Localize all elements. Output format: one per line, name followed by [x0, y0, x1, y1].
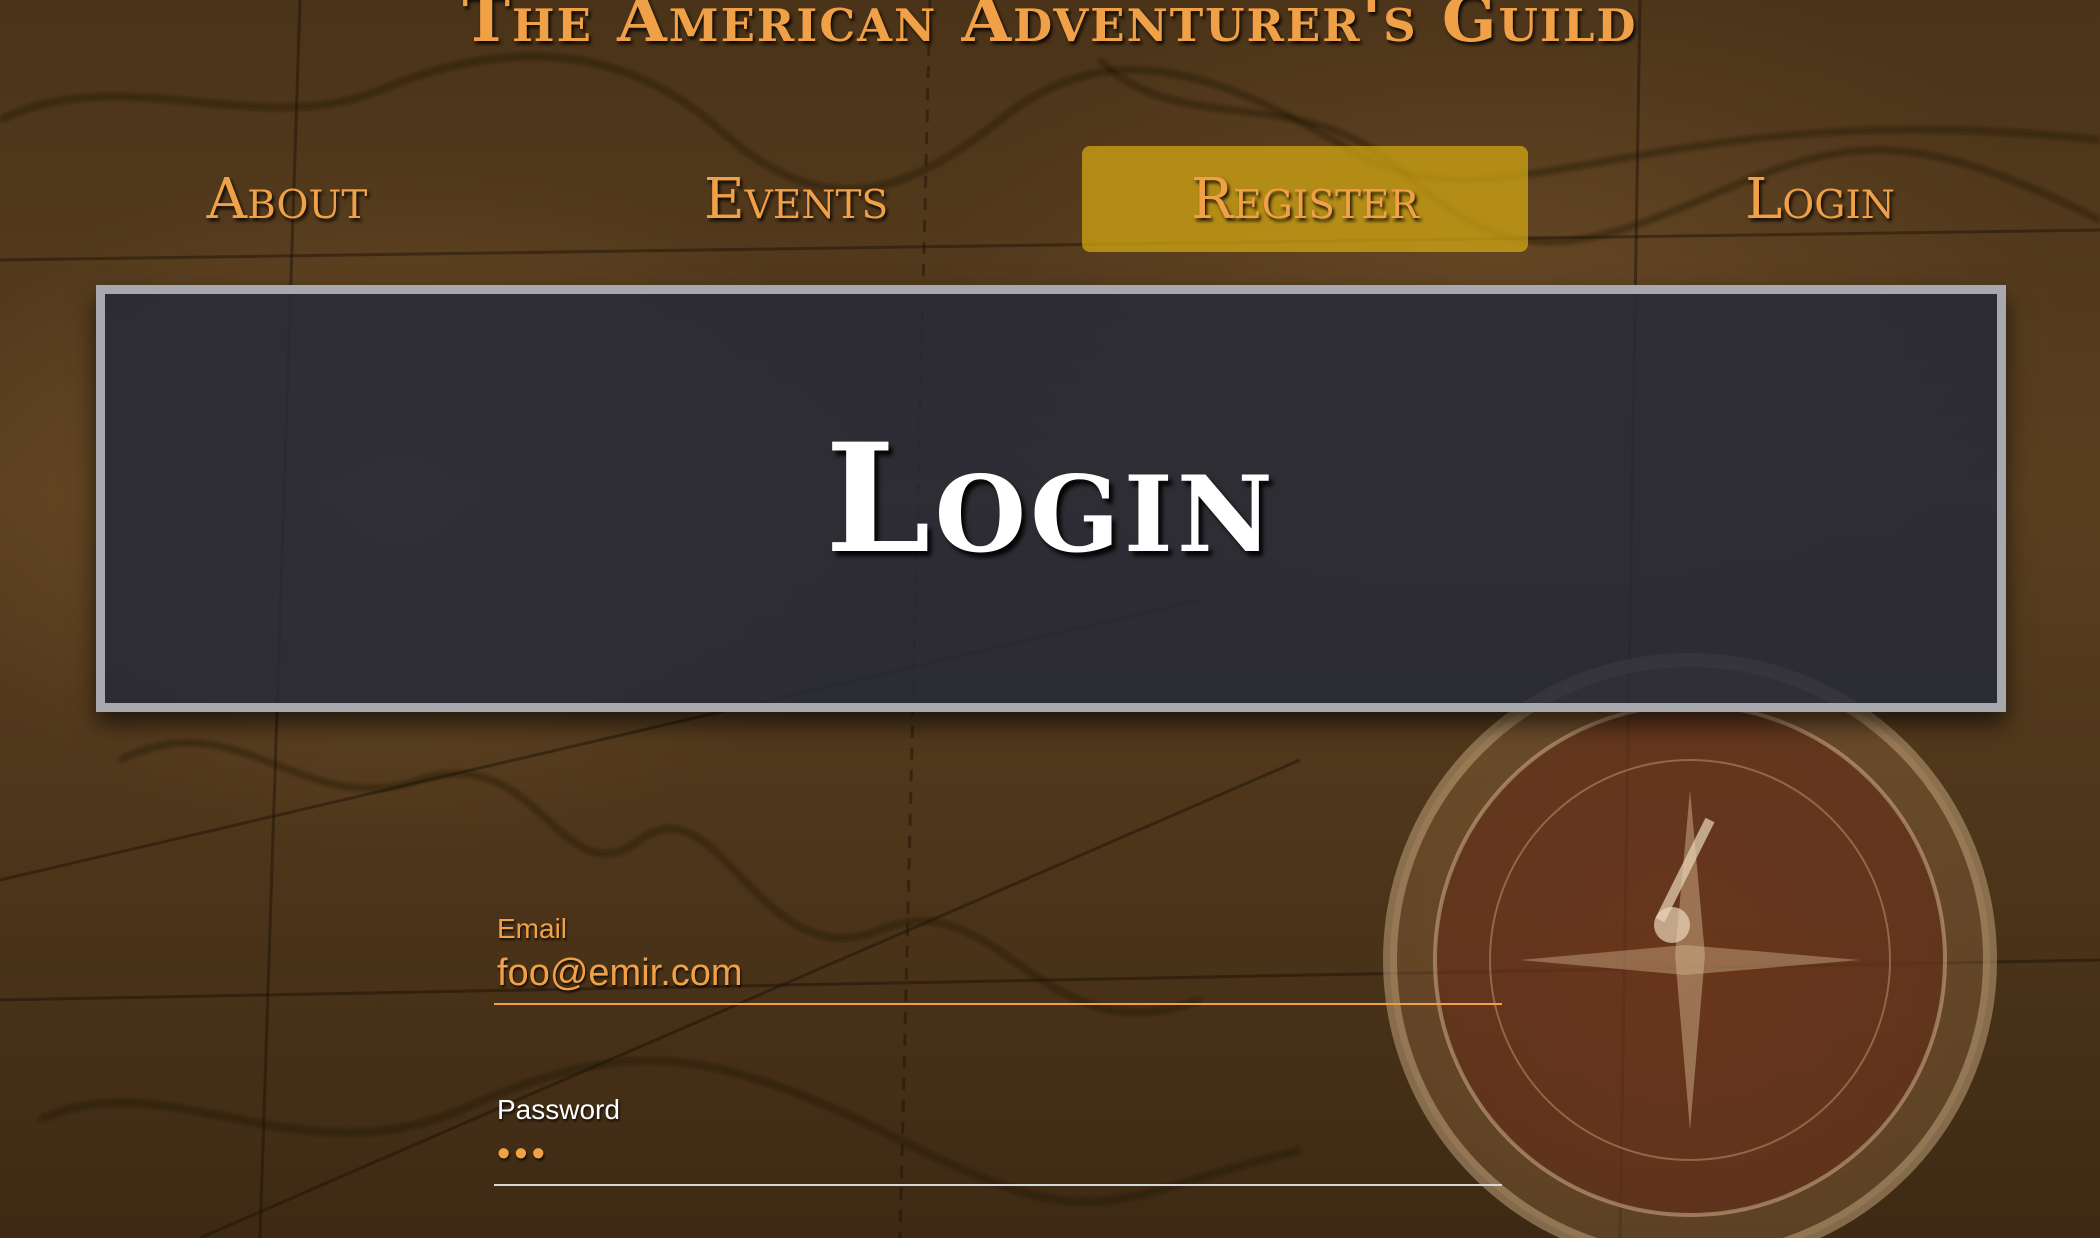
email-field[interactable]	[494, 948, 1502, 1005]
password-label: Password	[497, 1094, 620, 1125]
nav-item-about[interactable]: About	[157, 146, 417, 252]
nav-item-login[interactable]: Login	[1690, 146, 1950, 252]
email-field-group: Email	[494, 910, 1502, 1005]
nav-item-events[interactable]: Events	[666, 146, 926, 252]
password-field[interactable]	[494, 1129, 1502, 1186]
login-form: Email Password	[494, 910, 1502, 1186]
hero-banner: Login	[96, 285, 2006, 712]
page-title: Login	[825, 410, 1277, 587]
email-label: Email	[497, 913, 568, 944]
password-field-group: Password	[494, 1091, 1502, 1186]
main-nav: About Events Register Login	[0, 146, 2100, 252]
site-title: The American Adventurer's Guild	[462, 0, 1638, 57]
nav-item-register[interactable]: Register	[1082, 146, 1528, 252]
